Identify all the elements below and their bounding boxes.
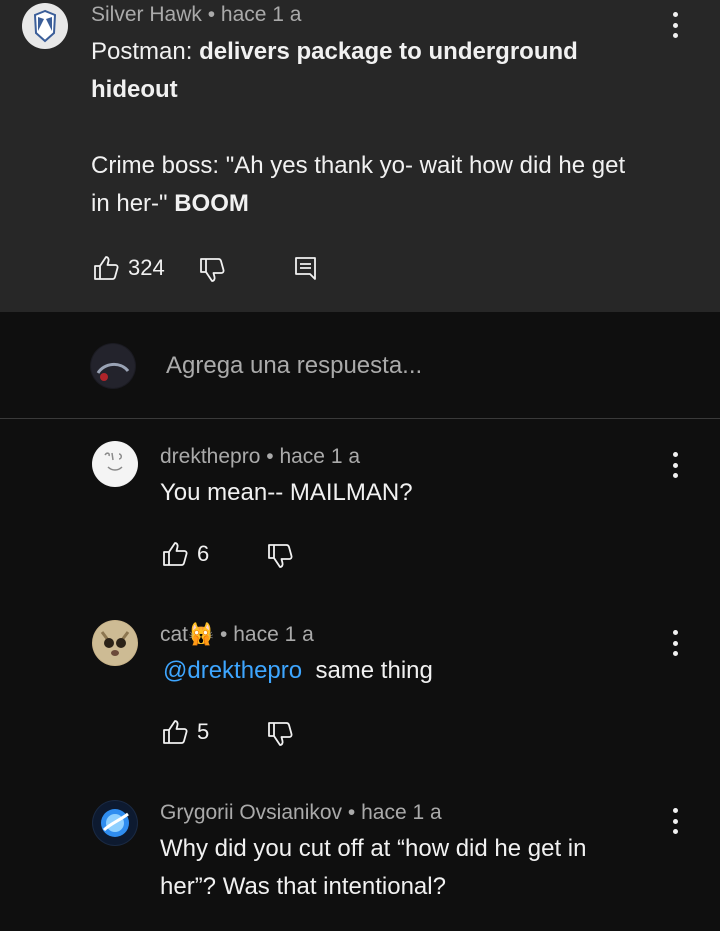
- comment-line: Crime boss: "Ah yes thank yo- wait how d…: [91, 152, 626, 179]
- dislike-icon[interactable]: [266, 720, 294, 748]
- avatar[interactable]: [92, 800, 138, 846]
- like-icon[interactable]: [92, 254, 120, 282]
- avatar[interactable]: [92, 441, 138, 487]
- wings-emblem-icon: [33, 9, 57, 43]
- like-count: 5: [197, 719, 210, 744]
- comment-line-bold: delivers package to underground: [199, 38, 578, 65]
- comment-time: hace 1 a: [233, 623, 314, 646]
- dislike-icon[interactable]: [198, 256, 226, 284]
- cat-photo-icon: [93, 621, 137, 665]
- doodle-avatar-icon: [93, 442, 137, 486]
- comment-text: @drekthepro same thing: [163, 652, 433, 690]
- separator-dot: •: [207, 3, 216, 26]
- author-emoji: 🙀: [188, 623, 215, 646]
- comment-author[interactable]: drekthepro: [160, 445, 260, 468]
- comment-time: hace 1 a: [279, 445, 361, 468]
- divider: [0, 418, 720, 419]
- comment-author[interactable]: Grygorii Ovsianikov: [160, 801, 342, 824]
- avatar[interactable]: [92, 620, 138, 666]
- comment-line-bold: hideout: [91, 76, 178, 103]
- comment-line: Postman:: [91, 38, 193, 65]
- more-options-icon[interactable]: [665, 806, 685, 836]
- more-options-icon[interactable]: [665, 628, 685, 658]
- profile-picture-icon: [91, 344, 135, 388]
- comment-time: hace 1 a: [361, 801, 442, 824]
- separator-dot: •: [220, 623, 228, 646]
- like-count: 324: [128, 255, 165, 280]
- like-icon[interactable]: [161, 540, 189, 568]
- blue-orb-icon: [93, 801, 137, 845]
- like-icon[interactable]: [161, 718, 189, 746]
- more-options-icon[interactable]: [665, 10, 685, 40]
- highlighted-comment: Silver Hawk • hace 1 a Postman: delivers…: [0, 0, 720, 312]
- avatar[interactable]: [22, 3, 68, 49]
- reply-icon[interactable]: [293, 255, 319, 283]
- more-options-icon[interactable]: [665, 450, 685, 480]
- comment-line: in her-": [91, 190, 168, 217]
- user-avatar: [90, 343, 136, 389]
- like-count: 6: [197, 541, 210, 566]
- comment-line-bold: BOOM: [174, 190, 249, 217]
- comment-text: You mean-- MAILMAN?: [160, 479, 413, 506]
- comment-line: same thing: [315, 657, 433, 684]
- comment-line: Why did you cut off at “how did he get i…: [160, 835, 587, 862]
- comment-line: her”? Was that intentional?: [160, 873, 446, 900]
- comment-time: hace 1 a: [220, 3, 302, 26]
- comment-author[interactable]: cat: [160, 623, 188, 646]
- comment-author[interactable]: Silver Hawk: [91, 3, 202, 26]
- mention-link[interactable]: @drekthepro: [163, 657, 302, 684]
- reply-input[interactable]: Agrega una respuesta...: [166, 352, 422, 380]
- comment-text: Why did you cut off at “how did he get i…: [160, 830, 586, 906]
- separator-dot: •: [266, 445, 274, 468]
- dislike-icon[interactable]: [266, 542, 294, 570]
- comment-text: Postman: delivers package to underground…: [91, 33, 625, 223]
- separator-dot: •: [347, 801, 356, 824]
